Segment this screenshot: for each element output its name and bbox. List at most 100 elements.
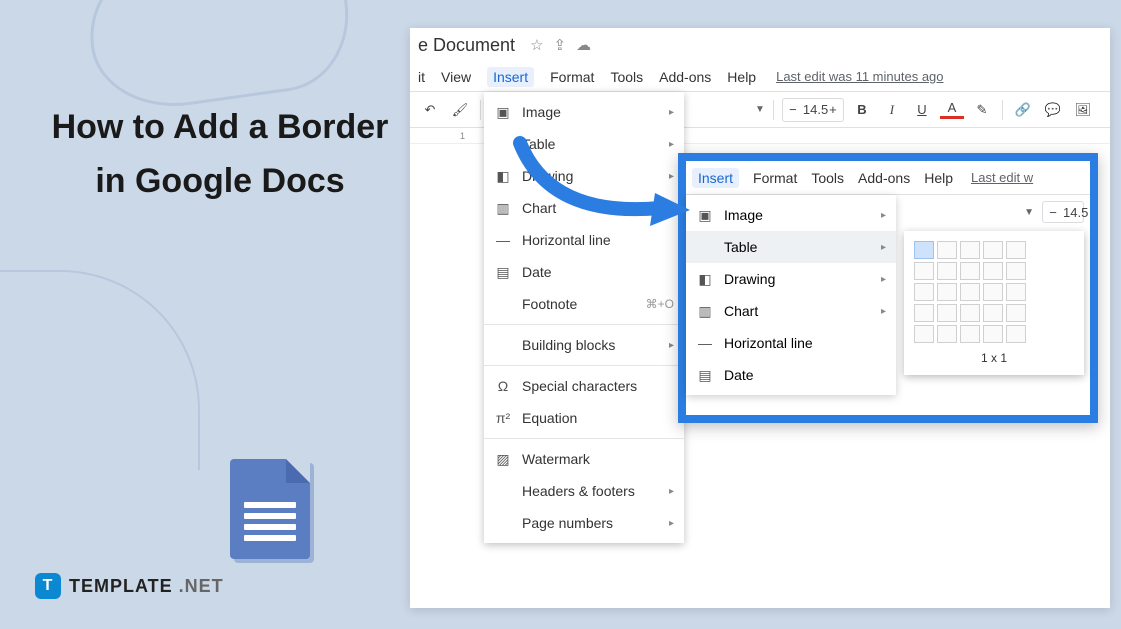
- grid-cell[interactable]: [914, 304, 934, 322]
- menu-page-numbers[interactable]: Page numbers ▸: [484, 507, 684, 539]
- grid-cell[interactable]: [1006, 241, 1026, 259]
- bold-button[interactable]: B: [850, 98, 874, 122]
- cloud-icon[interactable]: ☁: [576, 36, 591, 54]
- brand-name: TEMPLATE: [69, 576, 173, 597]
- table-size-picker[interactable]: 1 x 1: [904, 231, 1084, 375]
- highlight-icon[interactable]: ✎: [970, 98, 994, 122]
- italic-button[interactable]: I: [880, 98, 904, 122]
- menu-edit[interactable]: it: [418, 69, 425, 85]
- callout-inset: Insert Format Tools Add-ons Help Last ed…: [678, 153, 1098, 423]
- decrease-font-icon[interactable]: −: [783, 102, 803, 117]
- increase-font-icon[interactable]: +: [823, 102, 843, 117]
- menu-building-blocks[interactable]: Building blocks ▸: [484, 329, 684, 361]
- chevron-right-icon: ▸: [881, 210, 886, 221]
- comment-icon[interactable]: 💬: [1041, 98, 1065, 122]
- chevron-right-icon: ▸: [881, 242, 886, 253]
- grid-cell[interactable]: [983, 283, 1003, 301]
- menu-footnote[interactable]: Footnote ⌘+O: [484, 288, 684, 320]
- grid-cell[interactable]: [937, 325, 957, 343]
- underline-button[interactable]: U: [910, 98, 934, 122]
- grid-cell[interactable]: [960, 241, 980, 259]
- inset-insert-dropdown: ▣ Image ▸ Table ▸ ◧ Drawing ▸ ▥ Chart: [686, 195, 896, 395]
- grid-cell[interactable]: [983, 241, 1003, 259]
- callout-arrow-icon: [500, 128, 700, 248]
- document-title[interactable]: e Document: [418, 35, 515, 56]
- menu-help[interactable]: Help: [727, 69, 756, 85]
- omega-icon: Ω: [494, 378, 512, 394]
- menu-date[interactable]: ▤ Date: [484, 256, 684, 288]
- grid-cell[interactable]: [983, 262, 1003, 280]
- grid-cell[interactable]: [960, 304, 980, 322]
- grid-cell[interactable]: [983, 304, 1003, 322]
- image-icon: ▣: [494, 104, 512, 121]
- menu-insert[interactable]: Insert: [487, 67, 534, 87]
- menu-view[interactable]: View: [441, 69, 471, 85]
- inset-menu-help[interactable]: Help: [924, 170, 953, 186]
- menu-tools[interactable]: Tools: [610, 69, 643, 85]
- grid-cell[interactable]: [914, 283, 934, 301]
- inset-menu-format[interactable]: Format: [753, 170, 797, 186]
- grid-cell[interactable]: [1006, 283, 1026, 301]
- inset-menu-date[interactable]: ▤ Date: [686, 359, 896, 391]
- grid-cell[interactable]: [960, 325, 980, 343]
- table-grid[interactable]: [914, 241, 1074, 343]
- grid-cell[interactable]: [960, 283, 980, 301]
- grid-cell[interactable]: [960, 262, 980, 280]
- grid-cell[interactable]: [1006, 304, 1026, 322]
- inset-menu-table[interactable]: Table ▸: [686, 231, 896, 263]
- menu-format[interactable]: Format: [550, 69, 594, 85]
- menu-watermark[interactable]: ▨ Watermark: [484, 443, 684, 475]
- menu-image[interactable]: ▣ Image ▸: [484, 96, 684, 128]
- grid-cell[interactable]: [937, 262, 957, 280]
- menu-addons[interactable]: Add-ons: [659, 69, 711, 85]
- menu-separator: [484, 365, 684, 366]
- inset-last-edit[interactable]: Last edit w: [971, 170, 1033, 185]
- shortcut-label: ⌘+O: [646, 297, 674, 311]
- watermark-icon: ▨: [494, 451, 512, 468]
- image-icon[interactable]: 🖼: [1071, 98, 1095, 122]
- grid-cell[interactable]: [937, 241, 957, 259]
- menu-headers[interactable]: Headers & footers ▸: [484, 475, 684, 507]
- brand-badge: T: [35, 573, 61, 599]
- font-size-control[interactable]: − 14.5 +: [782, 98, 844, 122]
- chevron-right-icon: ▸: [881, 306, 886, 317]
- caret-down-icon[interactable]: ▼: [755, 104, 765, 115]
- chevron-right-icon: ▸: [669, 518, 674, 529]
- undo-icon[interactable]: ↶: [418, 98, 442, 122]
- inset-font-size[interactable]: − 14.5: [1042, 201, 1084, 223]
- link-icon[interactable]: 🔗: [1011, 98, 1035, 122]
- grid-cell[interactable]: [914, 262, 934, 280]
- grid-cell[interactable]: [1006, 262, 1026, 280]
- decrease-font-icon[interactable]: −: [1043, 205, 1063, 220]
- text-color-icon[interactable]: A: [940, 101, 964, 119]
- menu-separator: [484, 324, 684, 325]
- brand-suffix: .NET: [179, 576, 224, 597]
- drawing-icon: ◧: [696, 271, 714, 288]
- inset-menu-addons[interactable]: Add-ons: [858, 170, 910, 186]
- inset-menu-hline[interactable]: — Horizontal line: [686, 327, 896, 359]
- last-edit-link[interactable]: Last edit was 11 minutes ago: [776, 69, 943, 84]
- menu-special-chars[interactable]: Ω Special characters: [484, 370, 684, 402]
- grid-cell[interactable]: [937, 283, 957, 301]
- inset-toolbar: ▼ − 14.5: [1024, 195, 1084, 229]
- chevron-right-icon: ▸: [669, 486, 674, 497]
- grid-cell[interactable]: [914, 241, 934, 259]
- move-icon[interactable]: ⇪: [554, 36, 567, 54]
- inset-menu-image[interactable]: ▣ Image ▸: [686, 199, 896, 231]
- font-size-value[interactable]: 14.5: [803, 102, 823, 117]
- google-docs-icon: [230, 459, 310, 559]
- inset-menu-drawing[interactable]: ◧ Drawing ▸: [686, 263, 896, 295]
- star-icon[interactable]: ☆: [530, 36, 543, 54]
- inset-menubar: Insert Format Tools Add-ons Help Last ed…: [686, 161, 1090, 195]
- inset-menu-chart[interactable]: ▥ Chart ▸: [686, 295, 896, 327]
- grid-cell[interactable]: [937, 304, 957, 322]
- inset-menu-tools[interactable]: Tools: [811, 170, 844, 186]
- caret-down-icon[interactable]: ▼: [1024, 207, 1034, 218]
- grid-cell[interactable]: [1006, 325, 1026, 343]
- brand-logo: T TEMPLATE .NET: [35, 573, 224, 599]
- document-titlebar: e Document ☆ ⇪ ☁: [410, 28, 1110, 62]
- paint-icon[interactable]: 🖌: [448, 98, 472, 122]
- menu-equation[interactable]: π² Equation: [484, 402, 684, 434]
- grid-cell[interactable]: [914, 325, 934, 343]
- grid-cell[interactable]: [983, 325, 1003, 343]
